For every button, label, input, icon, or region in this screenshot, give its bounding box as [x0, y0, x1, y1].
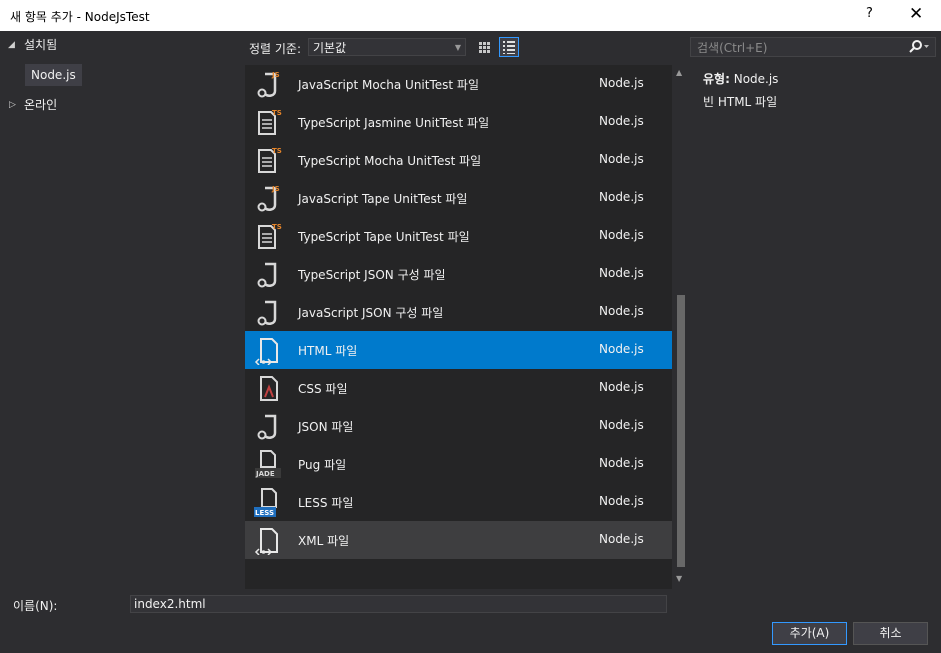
- less-file-icon: LESS: [254, 488, 277, 517]
- window-title: 새 항목 추가 - NodeJsTest: [10, 10, 150, 24]
- template-name: Pug 파일: [298, 458, 347, 472]
- template-type: Node.js: [599, 228, 644, 242]
- template-type: Node.js: [599, 456, 644, 470]
- tree-item-nodejs[interactable]: Node.js: [25, 64, 82, 86]
- template-row[interactable]: TS TypeScript Jasmine UnitTest 파일 Node.js: [245, 103, 672, 141]
- template-type: Node.js: [599, 418, 644, 432]
- template-name: CSS 파일: [298, 382, 348, 396]
- template-type: Node.js: [599, 532, 644, 546]
- name-label: 이름(N):: [13, 599, 58, 613]
- ts-file-icon: TS: [258, 223, 282, 249]
- type-label: 유형:: [703, 72, 730, 86]
- template-name: JavaScript JSON 구성 파일: [298, 306, 444, 320]
- help-button[interactable]: ?: [866, 6, 873, 21]
- template-row[interactable]: JADE Pug 파일 Node.js: [245, 445, 672, 483]
- js-unittest-icon: JS: [257, 185, 280, 212]
- template-type: Node.js: [599, 342, 644, 356]
- title-bar: 새 항목 추가 - NodeJsTest ? ✕: [0, 0, 941, 31]
- template-row[interactable]: JS JavaScript Mocha UnitTest 파일 Node.js: [245, 65, 672, 103]
- template-name: JavaScript Mocha UnitTest 파일: [298, 78, 479, 92]
- icon-badge-text: JS: [271, 185, 280, 193]
- pug-file-icon: JADE: [255, 450, 281, 478]
- type-line: 유형: Node.js: [703, 70, 778, 87]
- template-type: Node.js: [599, 304, 644, 318]
- ts-file-icon: TS: [258, 147, 282, 173]
- template-row[interactable]: HTML 파일 Node.js: [245, 331, 672, 369]
- expanded-arrow-icon[interactable]: ◢: [8, 34, 15, 56]
- chevron-down-icon: ▼: [454, 43, 461, 52]
- template-type: Node.js: [599, 190, 644, 204]
- list-view-icon: [503, 41, 515, 54]
- template-row[interactable]: TS TypeScript Tape UnitTest 파일 Node.js: [245, 217, 672, 255]
- template-name: XML 파일: [298, 534, 350, 548]
- template-type: Node.js: [599, 152, 644, 166]
- template-name: HTML 파일: [298, 344, 358, 358]
- template-name: TypeScript Jasmine UnitTest 파일: [298, 116, 490, 130]
- template-row[interactable]: TypeScript JSON 구성 파일 Node.js: [245, 255, 672, 293]
- name-input[interactable]: [130, 595, 667, 613]
- xml-file-icon: [254, 528, 278, 555]
- vertical-scrollbar[interactable]: ▲ ▼: [673, 65, 688, 589]
- close-button[interactable]: ✕: [909, 4, 923, 24]
- tree-item-label: Node.js: [31, 68, 76, 82]
- template-type: Node.js: [599, 266, 644, 280]
- add-button[interactable]: 추가(A): [772, 622, 847, 645]
- type-value: Node.js: [733, 72, 779, 86]
- sort-dropdown[interactable]: 기본값 ▼: [308, 38, 466, 56]
- json-icon: [257, 262, 277, 288]
- tree-item-label: 설치됨: [24, 38, 58, 52]
- icon-badge-text: JS: [271, 71, 280, 79]
- template-row[interactable]: XML 파일 Node.js: [245, 521, 672, 559]
- template-list[interactable]: JS JavaScript Mocha UnitTest 파일 Node.js TS T…: [245, 65, 672, 589]
- grid-view-button[interactable]: [474, 37, 494, 57]
- template-type: Node.js: [599, 380, 644, 394]
- scroll-thumb[interactable]: [677, 295, 685, 567]
- icon-badge-text: TS: [272, 147, 282, 155]
- list-view-button[interactable]: [499, 37, 519, 57]
- scroll-up-arrow-icon[interactable]: ▲: [676, 68, 682, 77]
- icon-badge-text: JADE: [255, 470, 275, 478]
- search-input[interactable]: [695, 39, 899, 57]
- icon-badge-text: LESS: [255, 509, 274, 517]
- json-icon: [257, 414, 277, 440]
- template-name: LESS 파일: [298, 496, 354, 510]
- template-description: 빈 HTML 파일: [703, 95, 778, 109]
- template-row[interactable]: TS TypeScript Mocha UnitTest 파일 Node.js: [245, 141, 672, 179]
- search-box[interactable]: [690, 37, 936, 57]
- cancel-button[interactable]: 취소: [853, 622, 928, 645]
- css-file-icon: [260, 376, 278, 401]
- collapsed-arrow-icon[interactable]: ▷: [9, 94, 16, 116]
- template-type: Node.js: [599, 494, 644, 508]
- template-type: Node.js: [599, 114, 644, 128]
- json-icon: [257, 300, 277, 326]
- template-type: Node.js: [599, 76, 644, 90]
- template-name: JavaScript Tape UnitTest 파일: [298, 192, 468, 206]
- sort-label: 정렬 기준:: [249, 42, 302, 56]
- template-name: TypeScript JSON 구성 파일: [298, 268, 446, 282]
- template-row[interactable]: JSON 파일 Node.js: [245, 407, 672, 445]
- tree-item-label: 온라인: [24, 98, 58, 112]
- grid-view-icon: [479, 42, 490, 53]
- template-row[interactable]: JS JavaScript Tape UnitTest 파일 Node.js: [245, 179, 672, 217]
- scroll-down-arrow-icon[interactable]: ▼: [676, 574, 682, 583]
- category-tree: ◢ 설치됨 Node.js ▷ 온라인: [0, 31, 245, 591]
- icon-badge-text: TS: [272, 109, 282, 117]
- template-name: TypeScript Mocha UnitTest 파일: [298, 154, 482, 168]
- template-name: JSON 파일: [298, 420, 354, 434]
- ts-file-icon: TS: [258, 109, 282, 135]
- template-row[interactable]: CSS 파일 Node.js: [245, 369, 672, 407]
- template-row[interactable]: JavaScript JSON 구성 파일 Node.js: [245, 293, 672, 331]
- search-icon[interactable]: [907, 39, 931, 55]
- js-unittest-icon: JS: [257, 71, 280, 98]
- html-file-icon: [254, 338, 278, 365]
- template-name: TypeScript Tape UnitTest 파일: [298, 230, 470, 244]
- template-row[interactable]: LESS LESS 파일 Node.js: [245, 483, 672, 521]
- icon-badge-text: TS: [272, 223, 282, 231]
- sort-value: 기본값: [313, 41, 347, 55]
